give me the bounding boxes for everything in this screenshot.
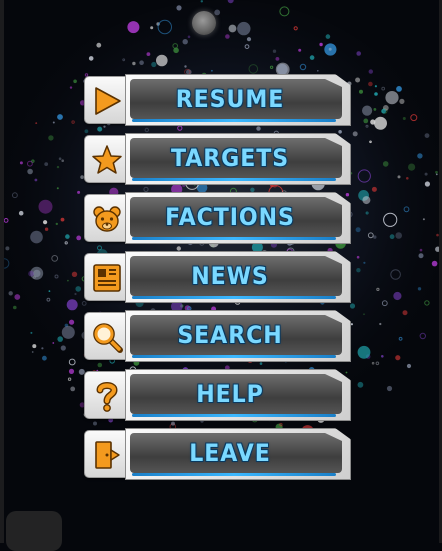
- grey-planet-orb: [192, 11, 216, 35]
- targets-button[interactable]: TARGETS: [84, 133, 352, 185]
- targets-accent-bar: [132, 178, 336, 181]
- factions-icon-box: [84, 194, 128, 242]
- magnifier-icon: [93, 323, 123, 353]
- help-icon-box: [84, 371, 128, 419]
- resume-accent-bar: [132, 119, 336, 122]
- factions-accent-bar: [132, 237, 336, 240]
- bear-icon: [93, 206, 121, 232]
- leave-plate: LEAVE: [125, 428, 351, 480]
- resume-icon-box: [84, 76, 128, 124]
- help-button[interactable]: HELP: [84, 369, 352, 421]
- corner-panel: [6, 511, 62, 551]
- newspaper-icon: [93, 264, 121, 292]
- search-button[interactable]: SEARCH: [84, 310, 352, 362]
- question-mark-icon: [96, 382, 118, 412]
- search-label: SEARCH: [177, 321, 283, 349]
- search-accent-bar: [132, 355, 336, 358]
- resume-label: RESUME: [175, 85, 285, 113]
- news-accent-bar: [132, 296, 336, 299]
- help-label: HELP: [196, 380, 264, 408]
- news-label: NEWS: [191, 262, 269, 290]
- targets-icon-box: [84, 135, 128, 183]
- leave-accent-bar: [132, 473, 336, 476]
- leave-icon-box: [84, 430, 128, 478]
- resume-button[interactable]: RESUME: [84, 74, 352, 126]
- leave-label: LEAVE: [189, 439, 271, 467]
- news-plate: NEWS: [125, 251, 351, 303]
- targets-label: TARGETS: [170, 144, 290, 172]
- factions-plate: FACTIONS: [125, 192, 351, 244]
- search-plate: SEARCH: [125, 310, 351, 362]
- help-accent-bar: [132, 414, 336, 417]
- news-button[interactable]: NEWS: [84, 251, 352, 303]
- factions-label: FACTIONS: [165, 203, 295, 231]
- help-plate: HELP: [125, 369, 351, 421]
- news-icon-box: [84, 253, 128, 301]
- resume-plate: RESUME: [125, 74, 351, 126]
- targets-plate: TARGETS: [125, 133, 351, 185]
- factions-button[interactable]: FACTIONS: [84, 192, 352, 244]
- search-icon-box: [84, 312, 128, 360]
- exit-door-icon: [95, 441, 120, 469]
- star-icon: [92, 145, 122, 174]
- play-icon: [95, 87, 121, 115]
- leave-button[interactable]: LEAVE: [84, 428, 352, 480]
- left-frame-edge: [0, 0, 4, 543]
